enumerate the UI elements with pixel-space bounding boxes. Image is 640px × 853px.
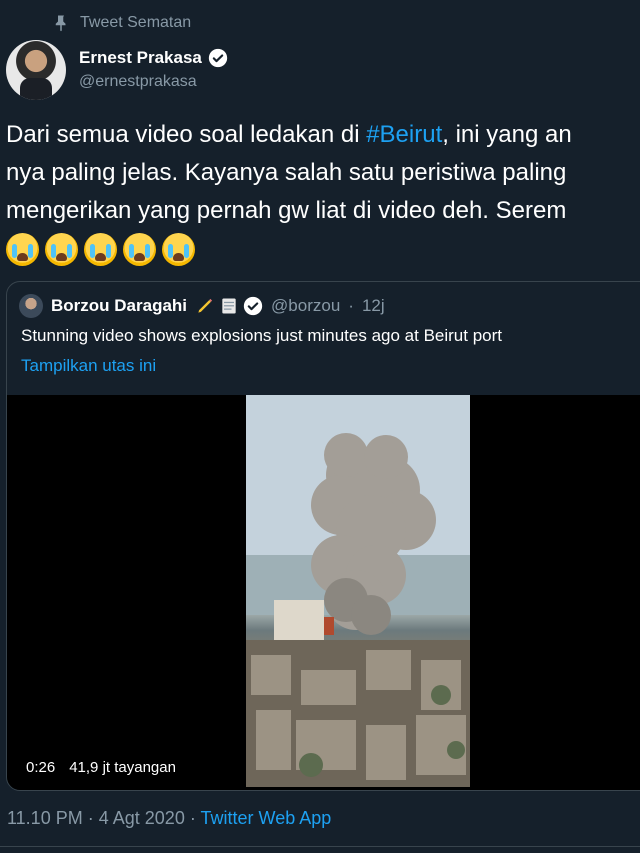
verified-badge-icon: [243, 296, 263, 316]
quoted-author-name[interactable]: Borzou Daragahi: [51, 296, 187, 316]
avatar[interactable]: [6, 40, 66, 100]
author-handle[interactable]: @ernestprakasa: [79, 73, 228, 91]
tweet-line-2: nya paling jelas. Kayanya salah satu per…: [6, 159, 567, 186]
quoted-author-handle[interactable]: @borzou: [271, 296, 340, 316]
video-duration: 0:26: [26, 759, 56, 776]
pen-icon: [198, 298, 213, 313]
pinned-tweet-indicator: Tweet Sematan: [52, 14, 191, 32]
video-views: 41,9 jt tayangan: [69, 759, 176, 776]
tweet-line-1: Dari semua video soal ledakan di #Beirut…: [6, 116, 640, 154]
quoted-tweet-text: Stunning video shows explosions just min…: [21, 326, 502, 345]
tweet-time[interactable]: 11.10 PM: [7, 808, 83, 828]
separator-dot: ·: [189, 808, 196, 828]
divider: [0, 846, 640, 847]
tweet-date[interactable]: 4 Agt 2020: [99, 808, 185, 828]
notepad-icon: [222, 298, 236, 314]
explosion-scene-image: [246, 395, 470, 787]
author-name[interactable]: Ernest Prakasa: [79, 48, 202, 68]
verified-badge-icon: [208, 48, 228, 67]
tweet-source-link[interactable]: Twitter Web App: [201, 808, 332, 828]
tweet-text-segment: , ini yang an: [442, 121, 572, 148]
tweet-text-segment: Dari semua video soal ledakan di: [6, 121, 367, 148]
quoted-tweet-time[interactable]: 12j: [362, 296, 385, 316]
tweet-line-3: mengerikan yang pernah gw liat di video …: [6, 197, 567, 224]
pin-icon: [55, 15, 66, 32]
loudly-crying-face-icon: [6, 232, 39, 266]
pinned-label: Tweet Sematan: [80, 14, 192, 31]
separator-dot: ·: [87, 808, 94, 828]
emoji-row: [6, 232, 640, 266]
tweet-metadata: 11.10 PM · 4 Agt 2020 · Twitter Web App: [7, 808, 331, 829]
avatar[interactable]: [19, 294, 43, 318]
loudly-crying-face-icon: [162, 232, 195, 266]
loudly-crying-face-icon: [84, 232, 117, 266]
separator-dot: ·: [348, 296, 354, 315]
hashtag-link[interactable]: #Beirut: [366, 121, 442, 148]
video-frame: [246, 395, 470, 787]
video-overlay-info: 0:26 41,9 jt tayangan: [26, 759, 176, 776]
tweet-body: Dari semua video soal ledakan di #Beirut…: [6, 116, 640, 266]
tweet-author[interactable]: Ernest Prakasa @ernestprakasa: [6, 40, 228, 100]
video-player[interactable]: 0:26 41,9 jt tayangan: [7, 395, 640, 790]
show-thread-link[interactable]: Tampilkan utas ini: [21, 356, 156, 376]
quoted-tweet-header: Borzou Daragahi @borzou · 12j: [19, 294, 385, 318]
loudly-crying-face-icon: [123, 232, 156, 266]
loudly-crying-face-icon: [45, 232, 78, 266]
quoted-tweet[interactable]: Borzou Daragahi @borzou · 12j Stunning v…: [6, 281, 640, 791]
